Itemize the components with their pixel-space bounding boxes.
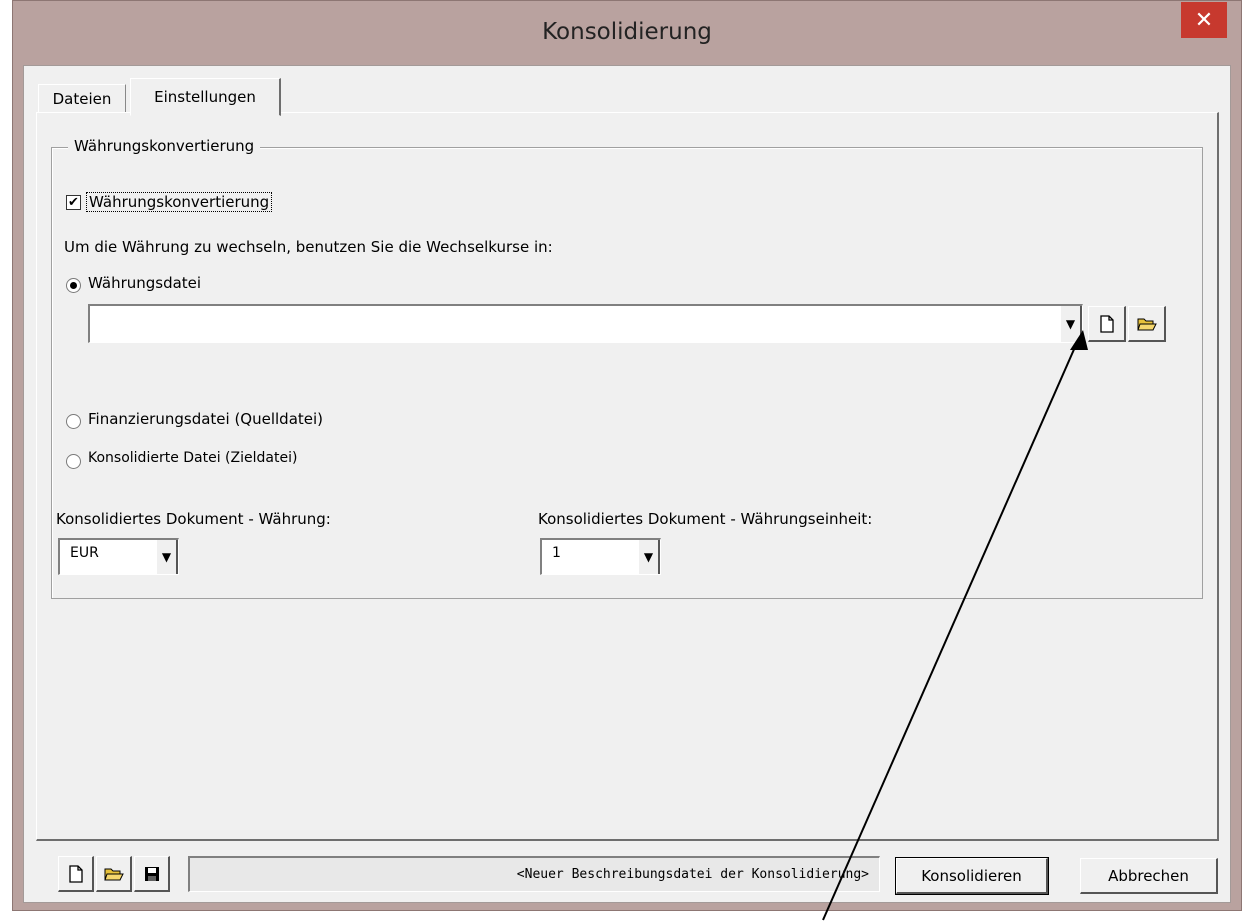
tab-page-einstellungen: Währungskonvertierung ✔ Währungskonverti… <box>36 112 1219 841</box>
radio-selected-dot <box>70 282 77 289</box>
currency-conversion-checkbox-label[interactable]: Währungskonvertierung <box>86 192 273 212</box>
tab-einstellungen[interactable]: Einstellungen <box>130 78 281 116</box>
dialog-window: Konsolidierung ✕ Dateien Einstellungen W… <box>12 0 1242 911</box>
new-description-button[interactable] <box>58 856 94 892</box>
check-icon: ✔ <box>68 195 79 210</box>
description-file-status: <Neuer Beschreibungsdatei der Konsolidie… <box>188 856 880 892</box>
currency-combobox[interactable]: EUR ▼ <box>58 538 179 575</box>
radio-target-file-label[interactable]: Konsolidierte Datei (Zieldatei) <box>88 450 297 466</box>
new-file-icon <box>68 864 83 883</box>
cancel-button[interactable]: Abbrechen <box>1080 858 1218 894</box>
radio-source-file-label[interactable]: Finanzierungsdatei (Quelldatei) <box>88 410 323 428</box>
instruction-text: Um die Währung zu wechseln, benutzen Sie… <box>64 238 553 256</box>
open-folder-icon <box>103 868 124 880</box>
unit-value: 1 <box>552 545 561 561</box>
group-legend: Währungskonvertierung <box>68 137 261 155</box>
radio-source-file[interactable] <box>66 414 81 429</box>
dialog-client-area: Dateien Einstellungen Währungskonvertier… <box>23 65 1231 903</box>
save-description-button[interactable] <box>134 856 170 892</box>
open-description-button[interactable] <box>96 856 132 892</box>
title-bar[interactable]: Konsolidierung ✕ <box>13 1 1241 67</box>
new-currency-file-button[interactable] <box>1088 306 1126 342</box>
dropdown-arrow-icon[interactable]: ▼ <box>156 540 178 574</box>
close-button[interactable]: ✕ <box>1181 2 1227 38</box>
open-folder-icon <box>1136 318 1157 330</box>
currency-value: EUR <box>70 545 99 561</box>
unit-combobox[interactable]: 1 ▼ <box>540 538 661 575</box>
currency-conversion-group: Währungskonvertierung ✔ Währungskonverti… <box>51 137 1203 599</box>
unit-label: Konsolidiertes Dokument - Währungseinhei… <box>538 510 873 528</box>
dropdown-arrow-icon[interactable]: ▼ <box>638 540 660 574</box>
radio-currency-file[interactable] <box>66 278 81 293</box>
tab-dateien[interactable]: Dateien <box>38 84 126 113</box>
currency-label: Konsolidiertes Dokument - Währung: <box>56 510 331 528</box>
dropdown-arrow-icon[interactable]: ▼ <box>1060 306 1082 342</box>
open-currency-file-button[interactable] <box>1128 306 1166 342</box>
window-title: Konsolidierung <box>542 19 712 45</box>
consolidate-button[interactable]: Konsolidieren <box>895 857 1049 895</box>
currency-conversion-checkbox[interactable]: ✔ <box>66 195 81 210</box>
radio-currency-file-label[interactable]: Währungsdatei <box>88 274 201 292</box>
save-icon <box>144 866 159 881</box>
new-file-icon <box>1099 314 1114 333</box>
currency-file-combobox[interactable]: ▼ <box>88 304 1083 343</box>
radio-target-file[interactable] <box>66 454 81 469</box>
